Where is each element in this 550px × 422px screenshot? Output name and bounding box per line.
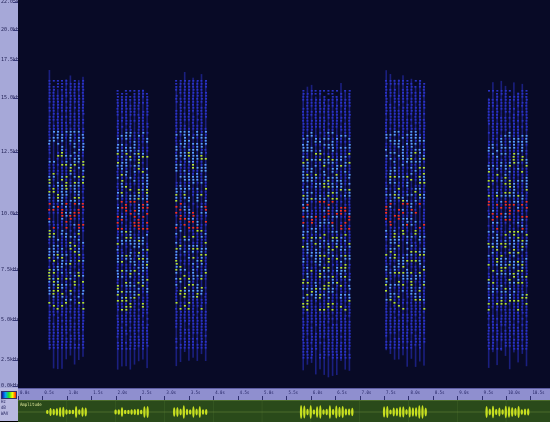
time-tick-label: 3.5s [190, 390, 201, 395]
spectrogram-panel[interactable] [18, 0, 550, 388]
time-tick-label: 1.5s [93, 390, 103, 395]
waveform-label: Amplitude [20, 402, 42, 407]
time-tick-label: 0.0s [20, 390, 30, 395]
time-tick-label: 6.5s [337, 390, 347, 395]
time-tick-label: 2.0s [117, 390, 128, 395]
time-tick-label: 8.5s [434, 390, 445, 395]
waveform-canvas [18, 401, 550, 422]
time-tick-label: 4.0s [215, 390, 225, 395]
waveform-burst [173, 405, 208, 419]
waveform-grid [18, 401, 507, 422]
call-burst [116, 89, 149, 370]
time-tick-label: 5.5s [288, 390, 299, 395]
time-tick-label: 9.5s [483, 390, 494, 395]
time-tick-label: 1.0s [68, 390, 79, 395]
time-tick-label: 8.0s [410, 390, 421, 395]
time-tick-label: 2.5s [142, 390, 152, 395]
time-tick-label: 0.5s [44, 390, 55, 395]
file-type-label: WAV [1, 411, 9, 416]
time-tick-label: 9.0s [459, 390, 469, 395]
waveform-burst [114, 406, 149, 418]
call-burst [48, 70, 85, 370]
time-tick-label: 7.5s [386, 390, 396, 395]
time-tick-label: 6.0s [312, 390, 323, 395]
waveform-track[interactable]: Amplitude [18, 400, 550, 422]
unit-label-hz: Hz [1, 399, 6, 404]
frequency-axis: 22.05kHz20.0kHz17.5kHz15.0kHz12.5kHz10.0… [0, 0, 25, 389]
call-burst [302, 83, 351, 378]
spectrogram-window: 22.05kHz20.0kHz17.5kHz15.0kHz12.5kHz10.0… [0, 0, 550, 422]
display-settings-box[interactable]: Hz dB WAV [0, 388, 19, 421]
unit-label-db: dB [1, 405, 6, 410]
time-tick-label: 4.5s [239, 390, 250, 395]
call-burst [175, 72, 208, 367]
time-tick-label: 10.0s [508, 390, 521, 395]
colormap-swatch[interactable] [1, 391, 17, 399]
time-tick-label: 3.0s [166, 390, 177, 395]
call-burst [487, 80, 528, 370]
waveform-burst [299, 405, 354, 419]
time-tick-label: 7.0s [361, 390, 372, 395]
time-tick-label: 5.0s [264, 390, 274, 395]
time-tick-label: 10.5s [532, 390, 545, 395]
spectrogram-canvas [48, 70, 528, 378]
call-burst [385, 70, 426, 367]
